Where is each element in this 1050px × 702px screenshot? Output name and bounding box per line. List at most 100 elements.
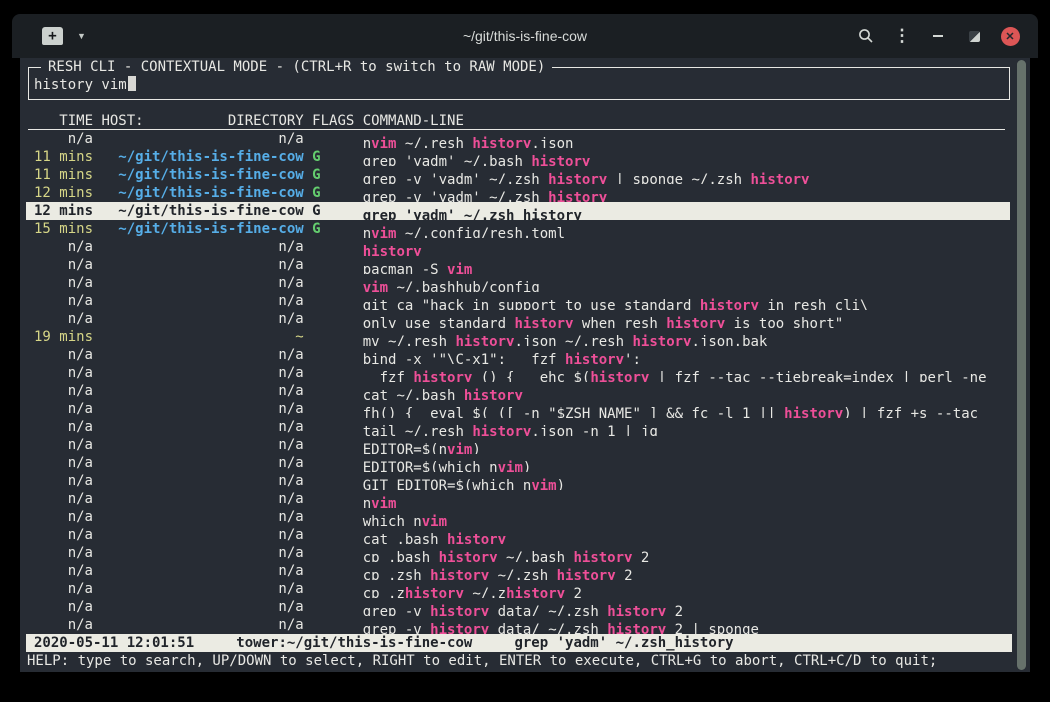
status-command: grep 'yadm' ~/.zsh_history	[514, 635, 733, 651]
plus-icon: +	[48, 28, 56, 44]
row-time: n/a	[34, 310, 93, 328]
row-command: tail ~/.resh_history.json -n 1 | jq	[363, 424, 658, 436]
history-row[interactable]: 19 mins ~ mv ~/.resh_history.json ~/.res…	[20, 328, 1010, 346]
row-time: n/a	[34, 526, 93, 544]
history-row[interactable]: n/a n/a cp .bash_history ~/.bash_history…	[20, 544, 1010, 562]
history-row[interactable]: n/a n/a which nvim	[20, 508, 1010, 526]
match-highlight: history	[430, 604, 489, 616]
row-command: grep 'yadm' ~/.bash_history	[363, 154, 591, 166]
history-row[interactable]: 12 mins ~/git/this-is-fine-cow G grep -v…	[20, 184, 1010, 202]
history-row[interactable]: n/a n/a tail ~/.resh_history.json -n 1 |…	[20, 418, 1010, 436]
row-directory: n/a	[101, 436, 303, 454]
history-row[interactable]: n/a n/a EDITOR=$(which nvim)	[20, 454, 1010, 472]
titlebar-right-controls: ⋮ ✕	[848, 14, 1038, 58]
history-row[interactable]: n/a n/a vim ~/.bashhub/config	[20, 274, 1010, 292]
chevron-down-icon[interactable]: ▼	[77, 31, 86, 41]
history-row[interactable]: n/a n/a fh() { eval $( ([ -n "$ZSH_NAME"…	[20, 400, 1010, 418]
match-highlight: vim	[447, 442, 472, 454]
match-highlight: history	[700, 298, 759, 310]
match-highlight: history	[557, 568, 616, 580]
search-query-text: history vim	[34, 77, 127, 93]
history-row[interactable]: n/a n/a pacman -S vim	[20, 256, 1010, 274]
history-row[interactable]: n/a n/a __fzf_history () { __ehc $(histo…	[20, 364, 1010, 382]
match-highlight: history	[607, 604, 666, 616]
row-command: fh() { eval $( ([ -n "$ZSH_NAME" ] && fc…	[363, 406, 978, 418]
row-directory: ~/git/this-is-fine-cow	[101, 220, 303, 238]
match-highlight: history	[666, 316, 725, 328]
history-row[interactable]: 15 mins ~/git/this-is-fine-cow G nvim ~/…	[20, 220, 1010, 238]
search-icon	[858, 28, 874, 44]
history-row[interactable]: n/a n/a history	[20, 238, 1010, 256]
match-highlight: history	[464, 388, 523, 400]
row-time: n/a	[34, 508, 93, 526]
menu-button[interactable]: ⋮	[884, 14, 920, 58]
row-time: 12 mins	[34, 202, 93, 220]
row-time: n/a	[34, 454, 93, 472]
row-command: cat ~/.bash_history	[363, 388, 523, 400]
row-time: n/a	[34, 238, 93, 256]
row-command: nvim ~/.config/resh.toml	[363, 226, 565, 238]
history-row[interactable]: n/a n/a GIT_EDITOR=$(which nvim)	[20, 472, 1010, 490]
row-command: grep -v history_data/ ~/.zsh_history_2 |…	[363, 622, 759, 634]
history-row[interactable]: n/a n/a cat ~/.bash_history	[20, 382, 1010, 400]
row-directory: n/a	[101, 346, 303, 364]
match-highlight: history	[506, 586, 565, 598]
row-time: 12 mins	[34, 184, 93, 202]
history-row[interactable]: n/a n/a EDITOR=$(nvim)	[20, 436, 1010, 454]
match-highlight: vim	[498, 460, 523, 472]
history-row[interactable]: n/a n/a grep -v history_data/ ~/.zsh_his…	[20, 616, 1010, 634]
scrollbar[interactable]	[1017, 60, 1026, 670]
search-button[interactable]	[848, 14, 884, 58]
history-row[interactable]: n/a n/a nvim ~/.resh_history.json	[20, 130, 1010, 148]
row-command: __fzf_history () { __ehc $(history | fzf…	[363, 370, 987, 382]
row-directory: n/a	[101, 418, 303, 436]
match-highlight: history	[430, 622, 489, 634]
row-directory: n/a	[101, 490, 303, 508]
history-row[interactable]: n/a n/a bind -x '"\C-x1": __fzf_history'…	[20, 346, 1010, 364]
help-line: HELP: type to search, UP/DOWN to select,…	[20, 652, 1030, 670]
history-row[interactable]: n/a n/a grep -v history_data/ ~/.zsh_his…	[20, 598, 1010, 616]
row-command: grep -v 'yadm' ~/.zsh_history | sponge ~…	[363, 172, 810, 184]
history-row[interactable]: n/a n/a nvim	[20, 490, 1010, 508]
match-highlight: history	[413, 370, 472, 382]
restore-button[interactable]	[956, 14, 992, 58]
history-row[interactable]: n/a n/a cat .bash_history	[20, 526, 1010, 544]
row-directory: n/a	[101, 472, 303, 490]
history-row[interactable]: n/a n/a cp .zsh_history ~/.zsh_history_2	[20, 562, 1010, 580]
row-directory: n/a	[101, 454, 303, 472]
row-command: pacman -S vim	[363, 262, 473, 274]
match-highlight: history	[405, 586, 464, 598]
row-flags: G	[312, 220, 354, 238]
row-command: vim ~/.bashhub/config	[363, 280, 540, 292]
history-row[interactable]: n/a n/a cp .zhistory ~/.zhistory_2	[20, 580, 1010, 598]
row-time: n/a	[34, 580, 93, 598]
row-directory: n/a	[101, 364, 303, 382]
history-row[interactable]: 11 mins ~/git/this-is-fine-cow G grep -v…	[20, 166, 1010, 184]
terminal-body: RESH CLI - CONTEXTUAL MODE - (CTRL+R to …	[20, 58, 1030, 672]
row-directory: n/a	[101, 508, 303, 526]
row-time: n/a	[34, 472, 93, 490]
row-time: n/a	[34, 418, 93, 436]
status-host-directory: tower:~/git/this-is-fine-cow	[236, 635, 472, 651]
history-row[interactable]: n/a n/a git ca "hack in support to use s…	[20, 292, 1010, 310]
minimize-button[interactable]	[920, 14, 956, 58]
row-directory: ~/git/this-is-fine-cow	[101, 148, 303, 166]
minimize-icon	[933, 35, 943, 37]
row-command: nvim	[363, 496, 397, 508]
history-table: n/a n/a nvim ~/.resh_history.json11 mins…	[20, 130, 1010, 634]
row-time: n/a	[34, 382, 93, 400]
row-flags: G	[312, 184, 354, 202]
row-time: n/a	[34, 256, 93, 274]
new-terminal-button[interactable]: +	[42, 27, 63, 45]
column-header-time: TIME	[34, 112, 93, 129]
close-button[interactable]: ✕	[992, 14, 1028, 58]
match-highlight: history	[472, 136, 531, 148]
history-row-selected[interactable]: 12 mins ~/git/this-is-fine-cow G grep 'y…	[26, 202, 1010, 220]
match-highlight: history	[573, 550, 632, 562]
row-directory: n/a	[101, 292, 303, 310]
row-command: cp .zsh_history ~/.zsh_history_2	[363, 568, 633, 580]
row-directory: n/a	[101, 616, 303, 634]
history-row[interactable]: 11 mins ~/git/this-is-fine-cow G grep 'y…	[20, 148, 1010, 166]
history-row[interactable]: n/a n/a only use standard history when r…	[20, 310, 1010, 328]
row-time: 11 mins	[34, 148, 93, 166]
